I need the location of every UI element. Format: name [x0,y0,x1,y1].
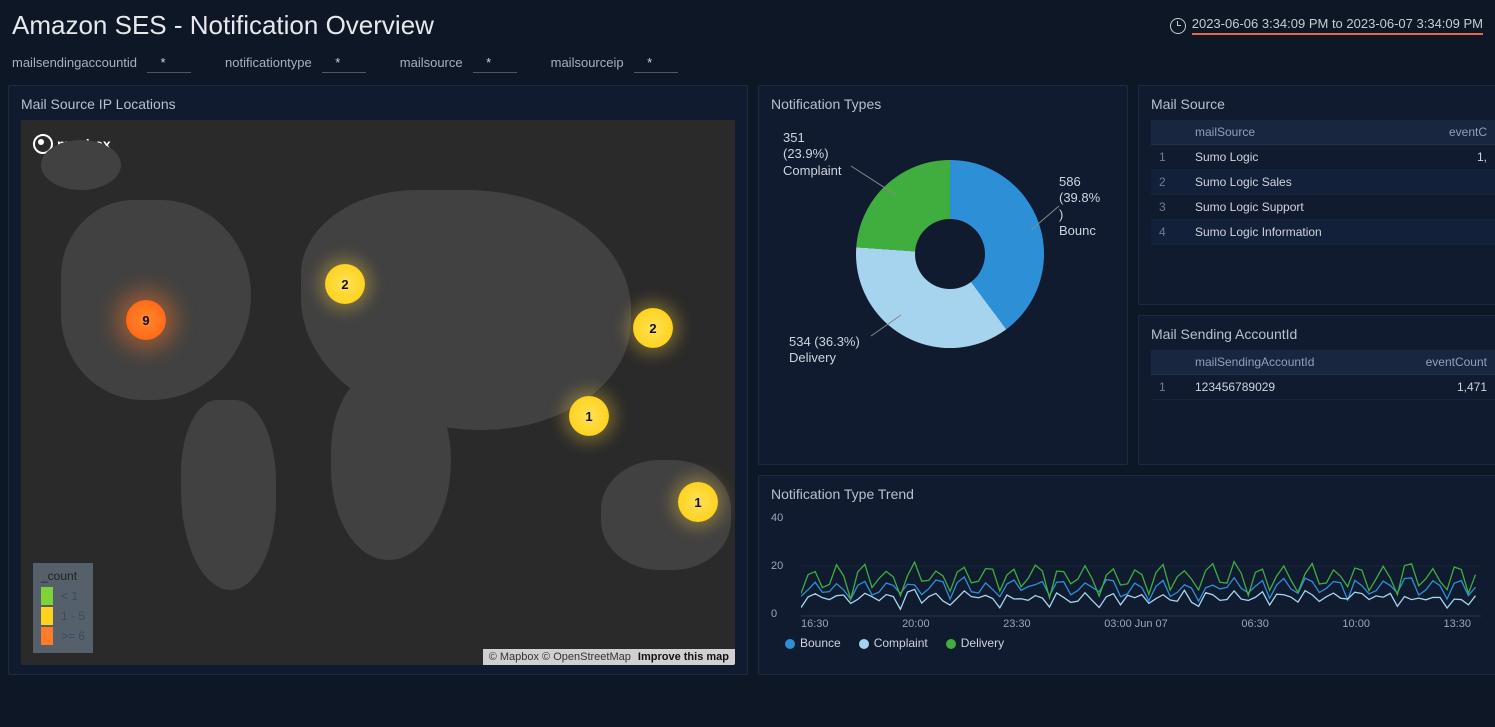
panel-notification-types: Notification Types 351 (23.9%) Complaint… [758,85,1128,465]
panel-title: Mail Sending AccountId [1151,326,1495,342]
y-tick: 20 [771,560,783,572]
map-marker[interactable]: 2 [325,264,365,304]
filter-value[interactable]: * [322,53,366,73]
y-tick: 40 [771,512,783,524]
panel-title: Notification Type Trend [771,486,1495,502]
x-tick: 20:00 [902,618,930,630]
legend-row: 1 - 5 [41,607,85,625]
panel-notification-type-trend: Notification Type Trend 40 20 0 16:30 20… [758,475,1495,675]
mail-source-table: mailSource eventC 1Sumo Logic 1,2Sumo Lo… [1151,120,1495,245]
legend-dot-icon [946,639,956,649]
panel-mail-sending-accountid: Mail Sending AccountId mailSendingAccoun… [1138,315,1495,465]
x-tick: 06:30 [1241,618,1269,630]
column-header[interactable]: mailSource [1187,120,1410,145]
legend-header: _count [41,569,85,583]
panel-mail-source-ip-locations: Mail Source IP Locations mapbox 92211 _c… [8,85,748,675]
map-attribution: © Mapbox © OpenStreetMap Improve this ma… [483,649,735,665]
time-range-picker[interactable]: 2023-06-06 3:34:09 PM to 2023-06-07 3:34… [1170,16,1483,35]
x-tick: 23:30 [1003,618,1031,630]
filter-value[interactable]: * [473,53,517,73]
filter-label: mailsourceip [551,55,624,70]
page-title: Amazon SES - Notification Overview [12,10,434,41]
panel-title: Mail Source [1151,96,1495,112]
legend-dot-icon [785,639,795,649]
legend-row: >= 6 [41,627,85,645]
filter-mailsource[interactable]: mailsource * [400,53,517,73]
map-marker[interactable]: 1 [678,482,718,522]
column-header[interactable]: eventC [1410,120,1495,145]
account-table: mailSendingAccountId eventCount 11234567… [1151,350,1495,400]
x-tick: 16:30 [801,618,829,630]
legend-dot-icon [859,639,869,649]
legend-row: < 1 [41,587,85,605]
table-row[interactable]: 2Sumo Logic Sales [1151,170,1495,195]
world-map[interactable]: mapbox 92211 _count < 11 - 5>= 6 © Mapbo… [21,120,735,665]
table-row[interactable]: 3Sumo Logic Support [1151,195,1495,220]
panel-title: Notification Types [771,96,1115,112]
filter-bar: mailsendingaccountid * notificationtype … [0,47,1495,85]
clock-icon [1170,18,1186,34]
table-row[interactable]: 4Sumo Logic Information [1151,220,1495,245]
map-legend: _count < 1 1 - 5 >= 6 [33,563,93,653]
panel-title: Mail Source IP Locations [21,96,735,112]
filter-label: mailsource [400,55,463,70]
column-header[interactable]: mailSendingAccountId [1187,350,1383,375]
x-tick: 10:00 [1342,618,1370,630]
filter-notificationtype[interactable]: notificationtype * [225,53,366,73]
map-marker[interactable]: 1 [569,396,609,436]
trend-chart[interactable] [801,516,1481,621]
map-marker[interactable]: 2 [633,308,673,348]
map-marker[interactable]: 9 [126,300,166,340]
filter-mailsourceip[interactable]: mailsourceip * [551,53,678,73]
time-range-text: 2023-06-06 3:34:09 PM to 2023-06-07 3:34… [1192,16,1483,35]
table-row[interactable]: 1Sumo Logic 1, [1151,145,1495,170]
filter-value[interactable]: * [147,53,191,73]
filter-label: mailsendingaccountid [12,55,137,70]
trend-legend: Bounce Complaint Delivery [785,636,1004,650]
panel-mail-source: Mail Source mailSource eventC 1Sumo Logi… [1138,85,1495,305]
y-tick: 0 [771,608,777,620]
improve-map-link[interactable]: Improve this map [638,651,729,663]
filter-mailsendingaccountid[interactable]: mailsendingaccountid * [12,53,191,73]
x-tick: 13:30 [1443,618,1471,630]
filter-value[interactable]: * [634,53,678,73]
column-header[interactable]: eventCount [1383,350,1495,375]
filter-label: notificationtype [225,55,312,70]
table-row[interactable]: 11234567890291,471 [1151,375,1495,400]
x-tick: 03:00 Jun 07 [1104,618,1168,630]
